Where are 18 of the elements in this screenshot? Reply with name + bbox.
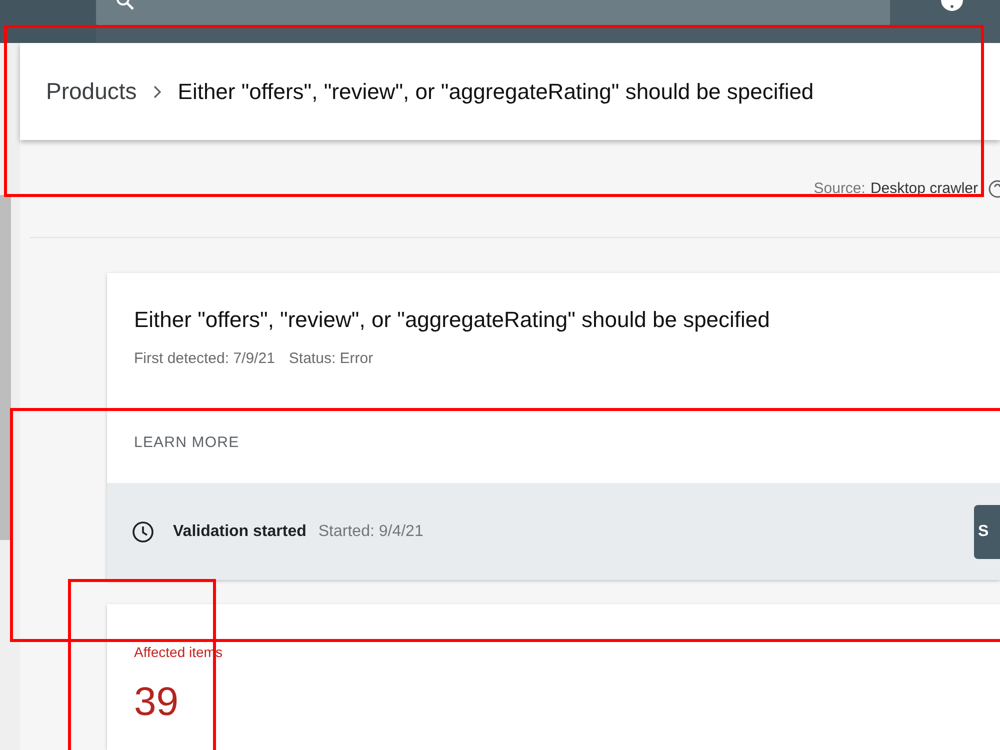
help-icon[interactable] bbox=[988, 180, 1000, 198]
chevron-right-icon bbox=[152, 84, 162, 98]
validation-status: Validation started bbox=[173, 522, 306, 540]
learn-more-link[interactable]: LEARN MORE bbox=[134, 434, 240, 450]
details-button[interactable]: S bbox=[974, 504, 1000, 558]
search-icon bbox=[116, 0, 134, 10]
issue-detail: First detected: 7/9/21 bbox=[134, 350, 275, 367]
help-icon[interactable] bbox=[940, 0, 964, 12]
source-label: Source: bbox=[814, 180, 866, 197]
page-title: Either "offers", "review", or "aggregateRating" should be specified bbox=[178, 78, 814, 104]
clock-icon bbox=[132, 520, 154, 542]
issue-title: Either "offers", "review", or "aggregateRating" should be specified bbox=[134, 307, 771, 333]
issue-detail: Status: Error bbox=[288, 350, 374, 367]
breadcrumb-link[interactable]: Products bbox=[46, 78, 137, 105]
validation-date: Started: 9/4/21 bbox=[318, 522, 424, 540]
affected-items-count: 39 bbox=[134, 680, 178, 725]
source-value: Desktop crawler bbox=[870, 180, 978, 197]
scrollbar[interactable] bbox=[0, 195, 11, 540]
